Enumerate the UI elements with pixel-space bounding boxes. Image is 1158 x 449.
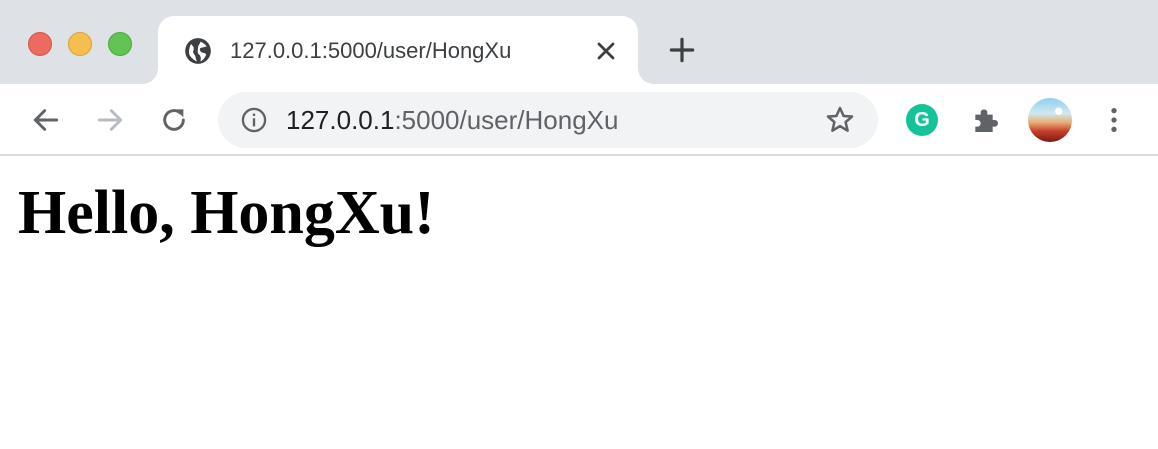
tab-strip: 127.0.0.1:5000/user/HongXu	[0, 0, 1158, 84]
more-vert-icon[interactable]	[1098, 104, 1130, 136]
window-minimize-button[interactable]	[68, 32, 92, 56]
profile-avatar[interactable]	[1028, 98, 1072, 142]
info-icon[interactable]	[240, 106, 268, 134]
forward-arrow-icon[interactable]	[94, 104, 126, 136]
page-content: Hello, HongXu!	[0, 158, 1158, 449]
browser-tab-active[interactable]: 127.0.0.1:5000/user/HongXu	[158, 16, 638, 84]
url-host: 127.0.0.1	[286, 105, 395, 135]
window-maximize-button[interactable]	[108, 32, 132, 56]
grammarly-extension-icon[interactable]: G	[906, 104, 938, 136]
star-icon[interactable]	[824, 104, 856, 136]
grammarly-letter: G	[914, 109, 930, 131]
new-tab-plus-icon[interactable]	[666, 34, 698, 66]
puzzle-icon[interactable]	[970, 104, 1002, 136]
address-bar[interactable]: 127.0.0.1:5000/user/HongXu	[218, 92, 878, 148]
tab-title: 127.0.0.1:5000/user/HongXu	[230, 38, 512, 63]
browser-window: 127.0.0.1:5000/user/HongXu 127.0.0.1:500…	[0, 0, 1158, 449]
browser-toolbar: 127.0.0.1:5000/user/HongXu G	[0, 84, 1158, 156]
window-close-button[interactable]	[28, 32, 52, 56]
url-path: :5000/user/HongXu	[394, 105, 619, 135]
url-text[interactable]: 127.0.0.1:5000/user/HongXu	[286, 106, 618, 134]
globe-icon	[185, 38, 211, 64]
close-icon[interactable]	[592, 37, 620, 65]
reload-icon[interactable]	[158, 104, 190, 136]
back-arrow-icon[interactable]	[30, 104, 62, 136]
page-heading: Hello, HongXu!	[18, 179, 435, 247]
